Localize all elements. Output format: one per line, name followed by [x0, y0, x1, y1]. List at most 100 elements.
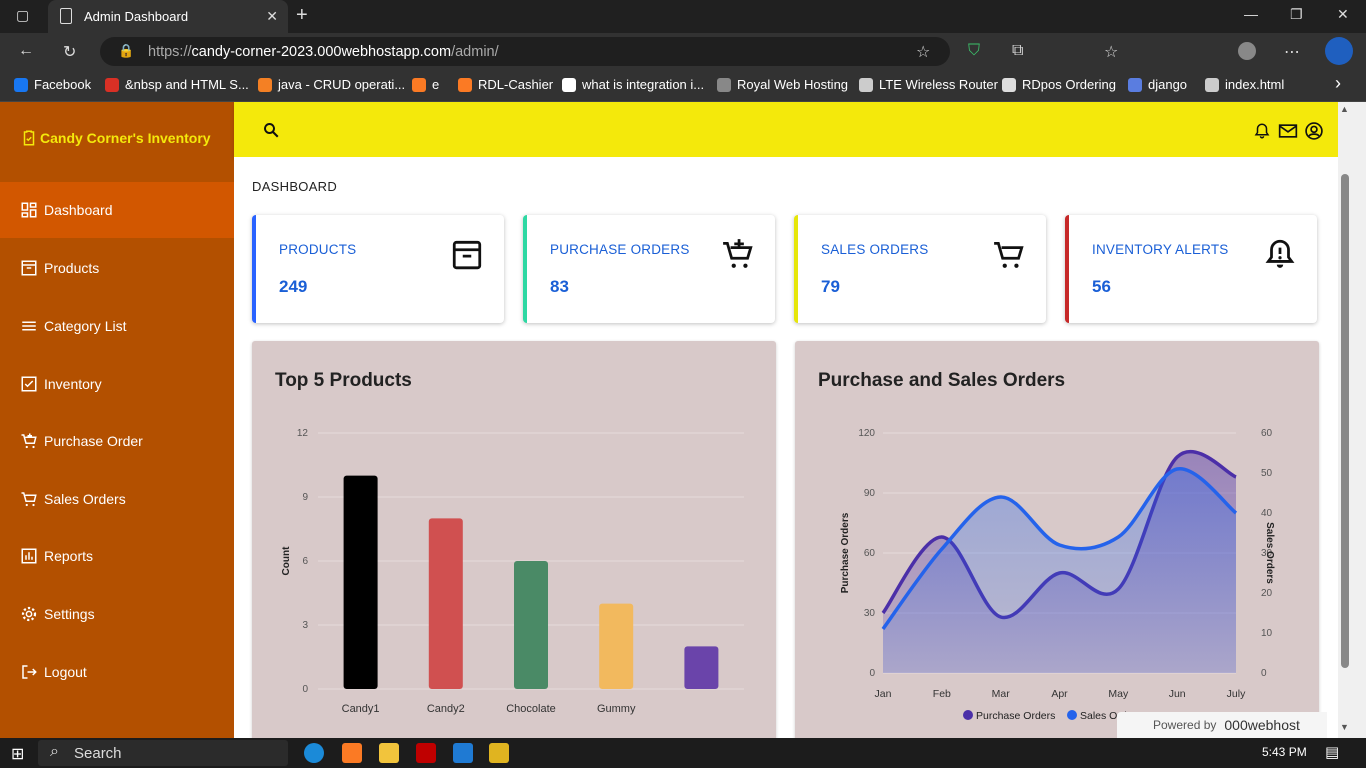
sidebar-item-category-list[interactable]: Category List: [0, 298, 234, 354]
scroll-thumb[interactable]: [1341, 174, 1349, 668]
account-icon[interactable]: [1304, 121, 1324, 141]
filezilla-icon[interactable]: [416, 743, 436, 763]
powered-by-banner[interactable]: Powered by 000webhost: [1117, 712, 1327, 738]
xampp-app-icon[interactable]: [342, 743, 362, 763]
cart-add-icon: [21, 433, 37, 449]
area-chart-plot: 03060901200102030405060Jan Feb Mar Apr May Ju…: [840, 428, 1275, 722]
sidebar-item-label: Category List: [44, 318, 127, 334]
bookmark-item[interactable]: RDpos Ordering: [1002, 77, 1116, 92]
bar[interactable]: [428, 518, 463, 689]
sticky-notes-icon[interactable]: [489, 743, 509, 763]
bookmark-item[interactable]: e: [412, 77, 439, 92]
close-window-icon[interactable]: ✕: [1337, 6, 1349, 23]
legend-label[interactable]: Purchase Orders: [976, 710, 1055, 722]
refresh-icon[interactable]: ↻: [63, 42, 76, 62]
bookmark-item[interactable]: index.html: [1205, 77, 1284, 92]
bookmark-item[interactable]: RDL-Cashier: [458, 77, 553, 92]
brand[interactable]: Candy Corner's Inventory: [20, 129, 211, 147]
bookmark-item[interactable]: &nbsp and HTML S...: [105, 77, 249, 92]
maximize-icon[interactable]: ❐: [1290, 6, 1303, 23]
bookmark-label: &nbsp and HTML S...: [125, 77, 249, 92]
bookmark-item[interactable]: java - CRUD operati...: [258, 77, 405, 92]
bookmark-item[interactable]: LTE Wireless Router: [859, 77, 998, 92]
bookmark-item[interactable]: what is integration i...: [562, 77, 704, 92]
stat-card-inventory-alerts[interactable]: INVENTORY ALERTS 56: [1065, 215, 1317, 323]
y-tick-label: 12: [297, 428, 309, 439]
sidebar-item-sales-orders[interactable]: Sales Orders: [0, 471, 234, 527]
minimize-icon[interactable]: —: [1244, 6, 1258, 22]
taskbar: ⊞ ⌕ Search 5:43 PM ▤: [0, 738, 1366, 768]
bookmarks-overflow-icon[interactable]: ›: [1335, 73, 1341, 94]
sidebar-item-products[interactable]: Products: [0, 240, 234, 296]
bookmark-item[interactable]: Royal Web Hosting: [717, 77, 848, 92]
x-tick-label: Gummy: [597, 703, 636, 715]
sidebar-item-settings[interactable]: Settings: [0, 586, 234, 642]
bookmark-item[interactable]: Facebook: [14, 77, 91, 92]
bookmark-favicon-icon: [14, 77, 28, 92]
sidebar-item-label: Settings: [44, 606, 95, 622]
url-field[interactable]: 🔒 https://candy-corner-2023.000webhostap…: [100, 37, 950, 66]
bell-alert-icon: [1265, 239, 1295, 268]
sidebar-item-purchase-order[interactable]: Purchase Order: [0, 413, 234, 469]
bar[interactable]: [514, 561, 548, 689]
sidebar-item-reports[interactable]: Reports: [0, 528, 234, 584]
mail-icon[interactable]: [1278, 122, 1298, 140]
inventory-icon: [21, 376, 37, 392]
edge-app-icon[interactable]: [304, 743, 324, 763]
sidebar-item-label: Sales Orders: [44, 491, 126, 507]
browser-tab[interactable]: Admin Dashboard ✕: [48, 0, 288, 33]
bookmark-label: Royal Web Hosting: [737, 77, 849, 92]
y2-tick-label: 20: [1261, 588, 1273, 599]
stat-card-sales-orders[interactable]: SALES ORDERS 79: [794, 215, 1046, 323]
bookmark-favicon-icon: [1002, 77, 1016, 92]
top-products-chart: Top 5 Products 0 3 6 9 12 Count Candy1 Candy2 Ch…: [252, 341, 776, 741]
page-scrollbar[interactable]: ▲ ▼: [1338, 102, 1366, 738]
bar[interactable]: [684, 646, 719, 689]
stat-label: SALES ORDERS: [821, 242, 929, 257]
brand-name: Candy Corner's Inventory: [40, 130, 211, 146]
windows-start-icon[interactable]: ⊞: [11, 744, 24, 764]
y-tick-label: 0: [302, 684, 308, 695]
extensions-icon[interactable]: ⧉: [1012, 42, 1023, 60]
more-icon[interactable]: ⋯: [1284, 42, 1300, 62]
bookmark-label: Facebook: [34, 77, 92, 92]
bookmark-item[interactable]: django: [1128, 77, 1187, 92]
url-host: candy-corner-2023.000webhostapp.com: [191, 43, 452, 60]
stat-card-purchase-orders[interactable]: PURCHASE ORDERS 83: [523, 215, 775, 323]
x-tick-label: Jun: [1169, 688, 1186, 700]
notification-center-icon[interactable]: ▤: [1325, 743, 1339, 761]
stat-card-products[interactable]: PRODUCTS 249: [252, 215, 504, 323]
search-icon[interactable]: [262, 121, 280, 139]
x-tick-label: July: [1227, 688, 1246, 700]
sidebar-item-logout[interactable]: Logout: [0, 644, 234, 700]
new-tab-icon[interactable]: +: [296, 4, 308, 27]
shield-icon[interactable]: ⛉: [968, 42, 980, 60]
search-icon: ⌕: [50, 743, 59, 760]
back-icon[interactable]: ←: [18, 42, 34, 60]
x-tick-label: Feb: [933, 688, 951, 700]
close-tab-icon[interactable]: ✕: [266, 8, 278, 25]
x-tick-label: Candy1: [342, 703, 380, 715]
file-explorer-icon[interactable]: [379, 743, 399, 763]
tab-actions-icon[interactable]: ▢: [16, 7, 29, 24]
bar[interactable]: [343, 475, 378, 689]
stat-label: PRODUCTS: [279, 242, 357, 257]
sidebar-item-dashboard[interactable]: Dashboard: [0, 182, 234, 238]
scroll-up-icon[interactable]: ▲: [1340, 104, 1349, 114]
vscode-icon[interactable]: [453, 743, 473, 763]
legend-marker: [1067, 710, 1077, 720]
x-tick-label: Candy2: [427, 703, 465, 715]
stat-value: 249: [279, 277, 308, 296]
sidebar-item-inventory[interactable]: Inventory: [0, 356, 234, 412]
bing-icon[interactable]: [1325, 37, 1353, 65]
bookmark-favicon-icon: [1128, 77, 1142, 92]
favorite-icon[interactable]: ☆: [916, 42, 930, 62]
scroll-down-icon[interactable]: ▼: [1340, 722, 1349, 732]
favorites-icon[interactable]: ☆: [1104, 42, 1118, 62]
taskbar-search[interactable]: ⌕ Search: [38, 740, 288, 766]
top-header: [234, 102, 1338, 157]
profile-avatar[interactable]: [1238, 42, 1256, 60]
bar[interactable]: [599, 603, 634, 689]
y2-tick-label: 40: [1261, 508, 1273, 519]
notifications-icon[interactable]: [1253, 122, 1271, 140]
